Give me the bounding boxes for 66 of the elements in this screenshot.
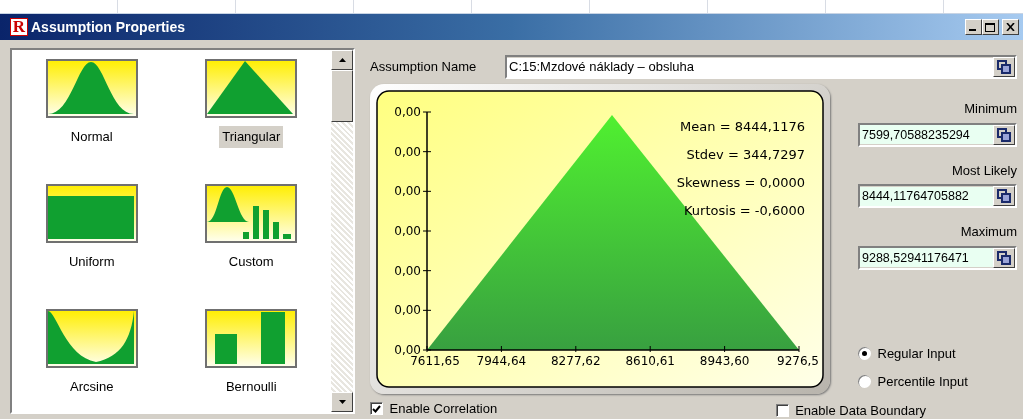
axis-tick-label: 0,00 bbox=[394, 343, 421, 357]
statistic-text: Stdev = 344,7297 bbox=[686, 147, 805, 162]
distribution-label[interactable]: Custom bbox=[225, 251, 277, 273]
parameter-field[interactable]: 8444,11764705882 bbox=[858, 184, 1017, 208]
scrollbar[interactable] bbox=[331, 50, 353, 412]
reference-button[interactable] bbox=[993, 186, 1015, 206]
axis-tick-label: 7611,65 bbox=[410, 354, 460, 368]
checkbox[interactable] bbox=[775, 403, 789, 417]
app-logo: R bbox=[10, 18, 28, 36]
up-arrow-icon bbox=[338, 58, 346, 62]
axis-tick-label: 0,00 bbox=[394, 105, 421, 119]
field-label: Assumption Name bbox=[370, 58, 478, 77]
scroll-up-button[interactable] bbox=[331, 50, 353, 70]
overlapping-squares-icon bbox=[997, 60, 1011, 74]
close-icon bbox=[1006, 23, 1015, 31]
statistic-text: Kurtosis = -0,6000 bbox=[684, 203, 805, 218]
distribution-label[interactable]: Uniform bbox=[66, 251, 118, 273]
reference-button[interactable] bbox=[993, 124, 1015, 145]
maximize-icon bbox=[985, 22, 996, 32]
bell-curve-icon[interactable] bbox=[45, 59, 138, 118]
assumption-name-field[interactable]: C:15:Mzdové náklady – obsluha bbox=[505, 55, 1017, 79]
axis-tick-label: 0,00 bbox=[394, 303, 421, 318]
axis-tick-label: 8277,62 bbox=[551, 354, 601, 368]
field-label: Minimum bbox=[963, 100, 1017, 118]
reference-button[interactable] bbox=[993, 57, 1015, 77]
checkmark-icon bbox=[372, 404, 381, 413]
window-title: Assumption Properties bbox=[31, 17, 186, 37]
statistic-text: Skewness = 0,0000 bbox=[676, 175, 805, 190]
radio-label: Regular Input bbox=[877, 344, 956, 363]
overlapping-squares-icon bbox=[997, 189, 1011, 203]
scroll-thumb[interactable] bbox=[331, 70, 353, 122]
axis-tick-label: 0,00 bbox=[394, 144, 421, 159]
axis-tick-label: 7944,64 bbox=[476, 354, 527, 368]
field-label: Maximum bbox=[959, 223, 1017, 241]
axis-tick-label: 0,00 bbox=[394, 224, 421, 238]
axis-tick-label: 9276,5 bbox=[777, 354, 819, 368]
parameter-field[interactable]: 7599,70588235294 bbox=[858, 122, 1017, 147]
statistic-text: Mean = 8444,1176 bbox=[680, 119, 805, 134]
checkbox[interactable] bbox=[370, 402, 383, 416]
down-arrow-icon bbox=[338, 400, 346, 404]
radio-label: Percentile Input bbox=[877, 372, 968, 391]
axis-tick-label: 8610,61 bbox=[625, 354, 675, 368]
two-bars-icon[interactable] bbox=[205, 309, 298, 368]
parameter-field[interactable]: 9288,52941176471 bbox=[858, 245, 1017, 270]
close-button[interactable] bbox=[1002, 19, 1019, 35]
scroll-down-button[interactable] bbox=[331, 392, 353, 412]
bell-and-bars-icon[interactable] bbox=[205, 184, 298, 243]
overlapping-squares-icon bbox=[997, 127, 1011, 142]
u-curve-icon[interactable] bbox=[45, 309, 138, 368]
overlapping-squares-icon bbox=[997, 250, 1011, 265]
field-label: Most Likely bbox=[950, 161, 1017, 180]
checkbox-label: Enable Data Boundary bbox=[795, 401, 926, 419]
distribution-label[interactable]: Normal bbox=[67, 126, 116, 148]
reference-button[interactable] bbox=[993, 247, 1015, 268]
axis-tick-label: 0,00 bbox=[394, 184, 421, 199]
radio-button[interactable] bbox=[858, 347, 871, 360]
triangle-chart-icon[interactable] bbox=[205, 59, 298, 118]
distribution-label[interactable]: Triangular bbox=[219, 126, 284, 148]
checkbox-label: Enable Correlation bbox=[389, 400, 498, 418]
rectangle-chart-icon[interactable] bbox=[45, 184, 138, 243]
axis-tick-label: 0,00 bbox=[394, 263, 421, 278]
axis-tick-label: 8943,60 bbox=[699, 354, 750, 368]
distribution-label[interactable]: Bernoulli bbox=[222, 376, 280, 398]
minimize-button[interactable] bbox=[964, 19, 982, 35]
distribution-label[interactable]: Arcsine bbox=[67, 376, 117, 398]
radio-button[interactable] bbox=[858, 375, 871, 388]
